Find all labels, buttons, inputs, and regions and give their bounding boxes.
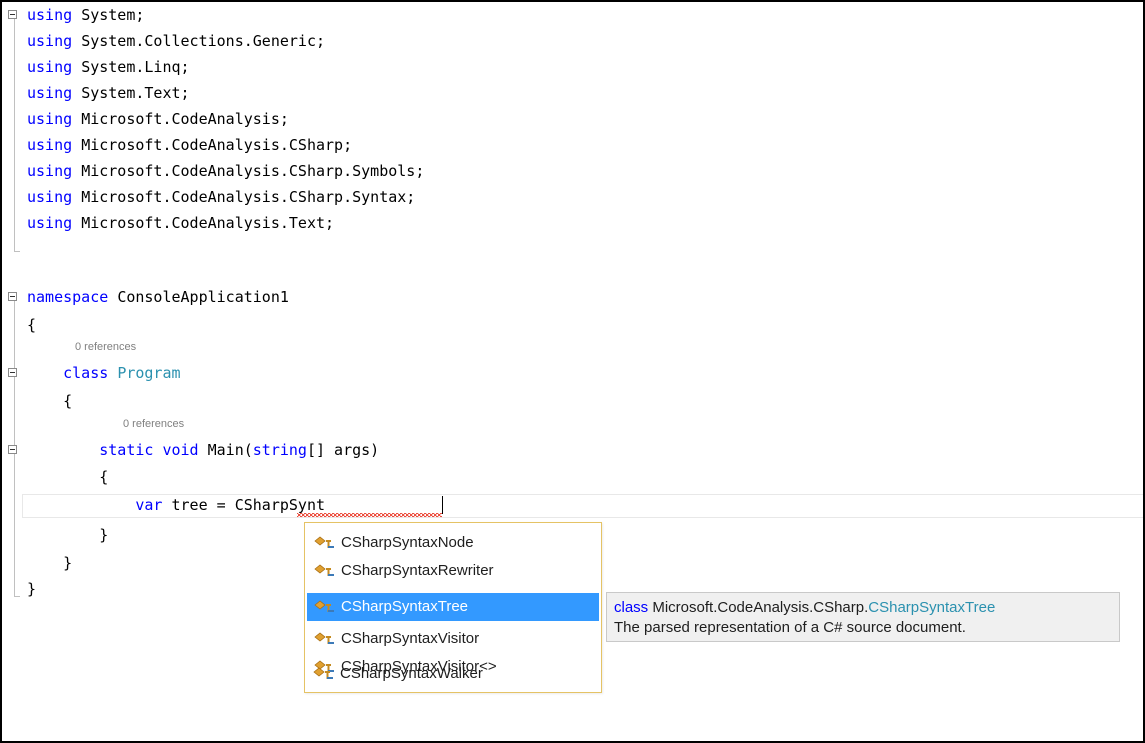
method-references-codelens[interactable]: 0 references <box>123 418 184 430</box>
code-line-method: static void Main(string[] args) <box>99 441 380 459</box>
code-line-brace: } <box>27 580 37 598</box>
class-icon <box>314 600 334 612</box>
class-icon <box>314 536 334 548</box>
code-line-namespace: namespace ConsoleApplication1 <box>27 288 289 306</box>
completion-item-selected[interactable]: CSharpSyntaxTree <box>307 593 599 621</box>
tooltip-description: The parsed representation of a C# source… <box>614 619 966 636</box>
code-line-using: using Microsoft.CodeAnalysis.Text; <box>27 214 335 232</box>
completion-item[interactable]: CSharpSyntaxNode <box>307 529 599 557</box>
quick-info-tooltip: class Microsoft.CodeAnalysis.CSharp.CSha… <box>606 592 1120 642</box>
outline-guide-end <box>14 596 20 597</box>
code-line-using: using Microsoft.CodeAnalysis.CSharp.Synt… <box>27 188 416 206</box>
typed-identifier: CSharpSynt <box>234 496 326 514</box>
code-line-using: using System.Collections.Generic; <box>27 32 326 50</box>
class-icon <box>313 667 333 679</box>
code-editor[interactable]: using System; using System.Collections.G… <box>0 0 1145 743</box>
code-line-brace: { <box>63 392 73 410</box>
code-line-brace: { <box>99 468 109 486</box>
collapse-method-icon[interactable] <box>8 445 17 454</box>
completion-item[interactable]: CSharpSyntaxWalker <box>306 660 598 688</box>
code-line-using: using Microsoft.CodeAnalysis.CSharp.Symb… <box>27 162 425 180</box>
code-line-using: using Microsoft.CodeAnalysis.CSharp; <box>27 136 353 154</box>
error-squiggle <box>297 513 442 517</box>
collapse-usings-icon[interactable] <box>8 10 17 19</box>
code-line-using: using System; <box>27 6 145 24</box>
collapse-class-icon[interactable] <box>8 368 17 377</box>
code-line-brace: } <box>63 554 73 572</box>
class-icon <box>314 564 334 576</box>
code-line-class: class Program <box>63 364 181 382</box>
class-icon <box>314 632 334 644</box>
text-caret <box>442 496 443 514</box>
class-references-codelens[interactable]: 0 references <box>75 341 136 353</box>
code-line-using: using Microsoft.CodeAnalysis; <box>27 110 289 128</box>
collapse-namespace-icon[interactable] <box>8 292 17 301</box>
code-line-current[interactable]: var tree = CSharpSynt <box>27 492 325 518</box>
code-line-using: using System.Text; <box>27 84 190 102</box>
tooltip-signature: class Microsoft.CodeAnalysis.CSharp.CSha… <box>614 599 996 616</box>
code-line-brace: } <box>99 526 109 544</box>
outline-guide <box>14 19 15 251</box>
outline-guide-end <box>14 251 20 252</box>
completion-item[interactable]: CSharpSyntaxVisitor <box>307 625 599 653</box>
code-line-brace: { <box>27 316 37 334</box>
completion-item[interactable]: CSharpSyntaxRewriter <box>307 557 599 585</box>
code-line-using: using System.Linq; <box>27 58 190 76</box>
